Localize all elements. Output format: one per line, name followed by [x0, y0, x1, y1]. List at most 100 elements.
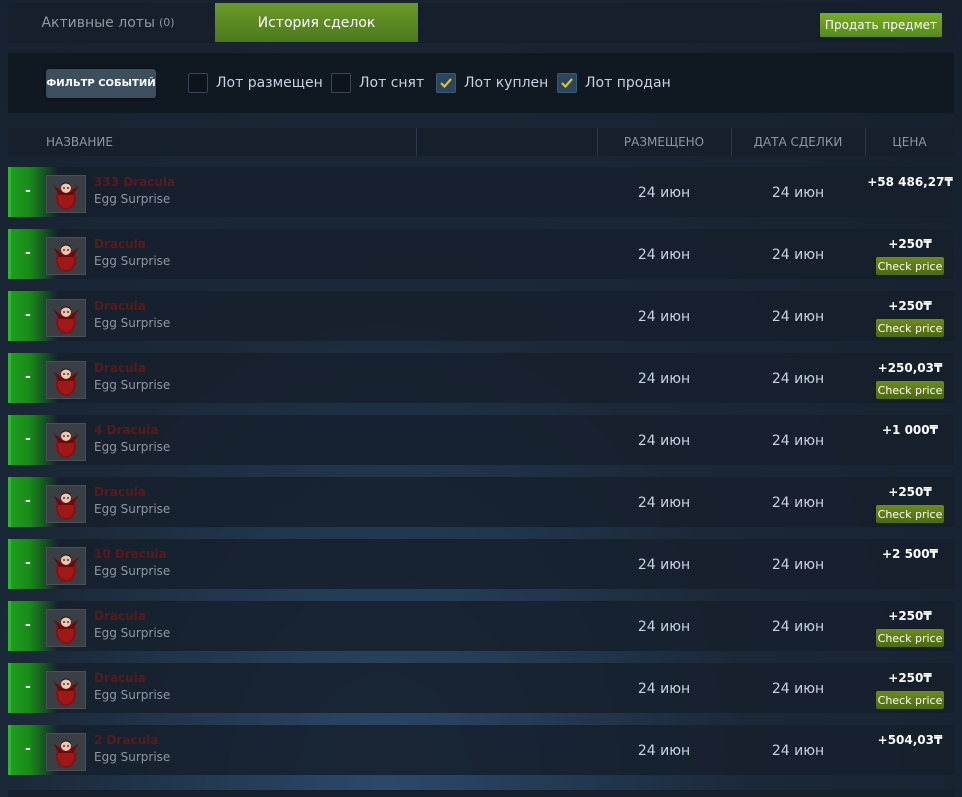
item-image[interactable] [46, 547, 86, 585]
check-price-button[interactable]: Check price [876, 381, 944, 399]
table-row: - 2 Dracula Egg Surprise 24 июн 24 июн +… [8, 725, 954, 775]
checkbox-label: Лот снят [359, 75, 425, 91]
deal-date: 24 июн [771, 371, 825, 387]
item-name[interactable]: Dracula [94, 237, 146, 251]
item-image[interactable] [46, 609, 86, 647]
deal-date: 24 июн [771, 495, 825, 511]
filter-bar: ФИЛЬТР СОБЫТИЙ Лот размещен Лот снят Лот… [8, 53, 954, 113]
check-price-button[interactable]: Check price [876, 319, 944, 337]
table-row: - Dracula Egg Surprise 24 июн 24 июн +25… [8, 229, 954, 279]
check-price-button[interactable]: Check price [876, 257, 944, 275]
item-name[interactable]: Dracula [94, 485, 146, 499]
deal-date: 24 июн [771, 433, 825, 449]
listed-date: 24 июн [637, 247, 691, 263]
deal-date: 24 июн [771, 619, 825, 635]
check-price-button[interactable]: Check price [876, 691, 944, 709]
tab-bar: Активные лоты (0) История сделок Продать… [8, 3, 954, 43]
event-filter-button[interactable]: ФИЛЬТР СОБЫТИЙ [46, 69, 156, 98]
item-price: +58 486,27₸ [867, 175, 953, 189]
item-price: +250₸ [888, 299, 932, 313]
item-name[interactable]: 2 Dracula [94, 733, 158, 747]
item-price: +2 500₸ [882, 547, 938, 561]
dracula-egg-icon [53, 368, 79, 396]
checkbox-label: Лот размещен [216, 75, 323, 91]
listed-date: 24 июн [637, 185, 691, 201]
item-price: +250₸ [888, 237, 932, 251]
header-name[interactable]: НАЗВАНИЕ [46, 128, 113, 156]
item-game: Egg Surprise [94, 192, 171, 206]
item-game: Egg Surprise [94, 440, 171, 454]
tab-active-listings-label: Активные лоты [41, 14, 155, 31]
row-sign: - [25, 183, 31, 199]
listed-date: 24 июн [637, 743, 691, 759]
check-price-button[interactable]: Check price [876, 629, 944, 647]
listed-date: 24 июн [637, 495, 691, 511]
row-sign: - [25, 493, 31, 509]
dracula-egg-icon [53, 430, 79, 458]
deal-date: 24 июн [771, 185, 825, 201]
table-row: - Dracula Egg Surprise 24 июн 24 июн +25… [8, 477, 954, 527]
item-price: +250₸ [888, 485, 932, 499]
checkbox-box[interactable] [557, 73, 577, 93]
filter-checkbox-bought[interactable]: Лот куплен [436, 73, 548, 93]
item-name[interactable]: Dracula [94, 299, 146, 313]
item-image[interactable] [46, 671, 86, 709]
row-sign: - [25, 245, 31, 261]
dracula-egg-icon [53, 554, 79, 582]
deal-date: 24 июн [771, 247, 825, 263]
dracula-egg-icon [53, 182, 79, 210]
header-deal-date[interactable]: ДАТА СДЕЛКИ [731, 128, 865, 156]
table-row: - Dracula Egg Surprise 24 июн 24 июн +25… [8, 353, 954, 403]
sell-item-button[interactable]: Продать предмет [819, 13, 942, 37]
item-price: +250₸ [888, 671, 932, 685]
dracula-egg-icon [53, 740, 79, 768]
item-name[interactable]: Dracula [94, 671, 146, 685]
header-listed[interactable]: РАЗМЕЩЕНО [597, 128, 731, 156]
table-row: - Dracula Egg Surprise 24 июн 24 июн +25… [8, 601, 954, 651]
dracula-egg-icon [53, 244, 79, 272]
listed-date: 24 июн [637, 309, 691, 325]
item-game: Egg Surprise [94, 626, 171, 640]
check-price-button[interactable]: Check price [876, 505, 944, 523]
next-row-partial [8, 790, 954, 797]
item-game: Egg Surprise [94, 254, 171, 268]
item-image[interactable] [46, 733, 86, 771]
listed-date: 24 июн [637, 371, 691, 387]
tab-active-listings[interactable]: Активные лоты (0) [8, 3, 208, 42]
item-image[interactable] [46, 361, 86, 399]
item-game: Egg Surprise [94, 750, 171, 764]
listed-date: 24 июн [637, 619, 691, 635]
item-name[interactable]: 10 Dracula [94, 547, 167, 561]
item-image[interactable] [46, 423, 86, 461]
filter-checkbox-sold[interactable]: Лот продан [557, 73, 671, 93]
item-price: +1 000₸ [882, 423, 938, 437]
row-sign: - [25, 741, 31, 757]
deal-date: 24 июн [771, 557, 825, 573]
item-name[interactable]: Dracula [94, 609, 146, 623]
table-row: - 333 Dracula Egg Surprise 24 июн 24 июн… [8, 167, 954, 217]
tab-history[interactable]: История сделок [215, 3, 418, 42]
item-image[interactable] [46, 299, 86, 337]
item-game: Egg Surprise [94, 564, 171, 578]
item-price: +250₸ [888, 609, 932, 623]
filter-checkbox-listed[interactable]: Лот размещен [188, 73, 323, 93]
table-row: - Dracula Egg Surprise 24 июн 24 июн +25… [8, 663, 954, 713]
item-image[interactable] [46, 175, 86, 213]
item-name[interactable]: Dracula [94, 361, 146, 375]
listed-date: 24 июн [637, 433, 691, 449]
checkbox-box[interactable] [436, 73, 456, 93]
checkbox-box[interactable] [188, 73, 208, 93]
dracula-egg-icon [53, 492, 79, 520]
item-name[interactable]: 333 Dracula [94, 175, 175, 189]
dracula-egg-icon [53, 616, 79, 644]
header-price[interactable]: ЦЕНА [865, 128, 954, 156]
table-row: - Dracula Egg Surprise 24 июн 24 июн +25… [8, 291, 954, 341]
item-image[interactable] [46, 237, 86, 275]
item-name[interactable]: 4 Dracula [94, 423, 158, 437]
checkbox-label: Лот продан [585, 75, 671, 91]
filter-checkbox-removed[interactable]: Лот снят [331, 73, 424, 93]
item-game: Egg Surprise [94, 502, 171, 516]
checkbox-box[interactable] [331, 73, 351, 93]
item-image[interactable] [46, 485, 86, 523]
deal-date: 24 июн [771, 743, 825, 759]
